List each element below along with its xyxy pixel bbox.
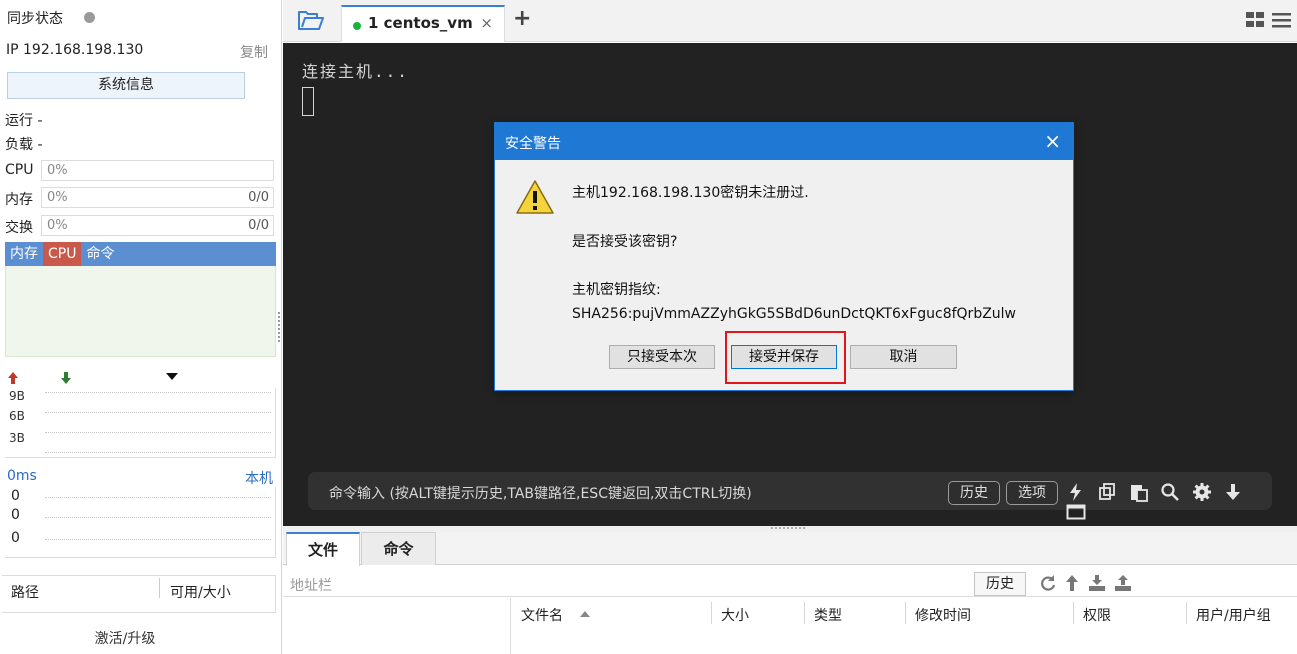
interface-dropdown-icon[interactable] bbox=[165, 372, 179, 382]
close-tab-icon[interactable]: × bbox=[480, 14, 493, 32]
ping-graph: 0 0 0 bbox=[5, 487, 276, 558]
activate-upgrade-link[interactable]: 激活/升级 bbox=[0, 628, 250, 648]
tab-command[interactable]: 命令 bbox=[81, 242, 119, 266]
size-column[interactable]: 可用/大小 bbox=[170, 582, 231, 602]
tab-commands[interactable]: 命令 bbox=[361, 532, 436, 565]
column-modified-time[interactable]: 修改时间 bbox=[915, 605, 971, 625]
terminal-output: 连接主机... bbox=[302, 62, 409, 81]
dialog-fingerprint-label: 主机密钥指纹: bbox=[572, 282, 661, 298]
gear-icon[interactable] bbox=[1192, 482, 1216, 502]
refresh-icon[interactable] bbox=[1039, 574, 1057, 592]
tab-memory[interactable]: 内存 bbox=[5, 242, 43, 266]
warning-icon bbox=[516, 180, 554, 214]
scroll-down-icon[interactable] bbox=[1223, 482, 1247, 502]
maximize-icon[interactable] bbox=[1066, 502, 1090, 522]
dialog-message-host: 主机192.168.198.130密钥未注册过. bbox=[572, 185, 809, 201]
net-scale-9b: 9B bbox=[9, 389, 25, 403]
file-panel-tabs: 文件 命令 bbox=[283, 532, 1297, 566]
address-history-button[interactable]: 历史 bbox=[974, 572, 1026, 596]
net-scale-3b: 3B bbox=[9, 431, 25, 445]
network-graph: 9B 6B 3B bbox=[5, 388, 276, 458]
connection-status-dot bbox=[353, 22, 361, 30]
session-tab-centos-vm[interactable]: 1 centos_vm × bbox=[341, 5, 505, 42]
dialog-titlebar: 安全警告 × bbox=[495, 123, 1073, 160]
column-filename[interactable]: 文件名 bbox=[521, 605, 563, 625]
ping-target[interactable]: 本机 bbox=[245, 468, 273, 488]
panel-resize-handle[interactable] bbox=[278, 312, 281, 342]
highlight-box bbox=[725, 331, 846, 384]
system-info-button[interactable]: 系统信息 bbox=[7, 72, 245, 99]
column-permissions[interactable]: 权限 bbox=[1083, 605, 1111, 625]
address-input[interactable]: 地址栏 bbox=[290, 575, 332, 595]
column-user-group[interactable]: 用户/用户组 bbox=[1196, 605, 1271, 625]
session-tab-label: 1 centos_vm bbox=[368, 14, 473, 32]
download-arrow-icon bbox=[61, 372, 71, 384]
net-scale-6b: 6B bbox=[9, 409, 25, 423]
accept-once-button[interactable]: 只接受本次 bbox=[609, 345, 715, 369]
download-icon[interactable] bbox=[1088, 574, 1106, 592]
cpu-meter: 0% bbox=[41, 160, 274, 181]
security-warning-dialog: 安全警告 × 主机192.168.198.130密钥未注册过. 是否接受该密钥?… bbox=[494, 122, 1074, 391]
command-input-bar[interactable]: 命令输入 (按ALT键提示历史,TAB键路径,ESC键返回,双击CTRL切换) … bbox=[308, 472, 1272, 520]
swap-usage: 0/0 bbox=[248, 218, 269, 233]
tab-cpu[interactable]: CPU bbox=[43, 242, 82, 266]
memory-usage: 0/0 bbox=[248, 190, 269, 205]
memory-value: 0% bbox=[47, 190, 68, 205]
cancel-button[interactable]: 取消 bbox=[850, 345, 957, 369]
monitor-tabs: 内存 CPU 命令 bbox=[5, 242, 276, 266]
swap-meter: 0% 0/0 bbox=[41, 215, 274, 236]
disk-table-header: 路径 可用/大小 bbox=[2, 575, 276, 613]
ping-latency: 0ms bbox=[7, 468, 37, 484]
dialog-title: 安全警告 bbox=[505, 136, 561, 152]
terminal-cursor bbox=[302, 87, 314, 116]
copy-ip-button[interactable]: 复制 bbox=[240, 42, 268, 62]
cpu-value: 0% bbox=[47, 163, 68, 178]
folder-tree[interactable] bbox=[283, 598, 511, 654]
monitor-graph bbox=[5, 266, 276, 357]
lightning-icon[interactable] bbox=[1066, 482, 1090, 502]
options-button[interactable]: 选项 bbox=[1006, 481, 1058, 505]
layout-grid-icon[interactable] bbox=[1246, 12, 1266, 28]
sort-ascending-icon bbox=[580, 611, 590, 617]
ping-value: 0 bbox=[11, 530, 20, 546]
left-panel: 同步状态 IP 192.168.198.130 复制 系统信息 运行 - 负载 … bbox=[0, 0, 282, 654]
ip-address: IP 192.168.198.130 bbox=[6, 42, 144, 58]
swap-label: 交换 bbox=[5, 220, 33, 236]
memory-label: 内存 bbox=[5, 192, 33, 208]
parent-folder-icon[interactable] bbox=[1065, 574, 1079, 592]
dialog-fingerprint-value: SHA256:pujVmmAZZyhGkG5SBdD6unDctQKT6xFgu… bbox=[572, 306, 1017, 322]
paste-icon[interactable] bbox=[1129, 482, 1153, 502]
ping-value: 0 bbox=[11, 488, 20, 504]
ping-value: 0 bbox=[11, 507, 20, 523]
upload-icon[interactable] bbox=[1114, 574, 1132, 592]
upload-arrow-icon bbox=[8, 372, 18, 384]
file-panel: 文件 命令 地址栏 历史 文件名 大小 类型 修改时间 权限 用户/用户组 bbox=[283, 532, 1297, 654]
cpu-label: CPU bbox=[5, 162, 34, 178]
command-input[interactable]: 命令输入 (按ALT键提示历史,TAB键路径,ESC键返回,双击CTRL切换) bbox=[329, 483, 752, 503]
address-bar: 地址栏 历史 bbox=[283, 572, 1297, 597]
dialog-message-question: 是否接受该密钥? bbox=[572, 234, 678, 250]
path-column[interactable]: 路径 bbox=[11, 582, 39, 602]
sync-status-indicator bbox=[84, 12, 95, 23]
menu-icon[interactable] bbox=[1272, 12, 1292, 28]
tab-files[interactable]: 文件 bbox=[286, 532, 360, 566]
history-button[interactable]: 历史 bbox=[948, 481, 1000, 505]
new-tab-button[interactable]: + bbox=[513, 6, 531, 31]
copy-icon[interactable] bbox=[1097, 482, 1121, 502]
column-type[interactable]: 类型 bbox=[814, 605, 842, 625]
search-icon[interactable] bbox=[1160, 482, 1184, 502]
close-icon[interactable]: × bbox=[1044, 129, 1061, 153]
load-label: 负载 - bbox=[5, 137, 43, 153]
session-tab-bar: 1 centos_vm × + bbox=[283, 0, 1297, 42]
swap-value: 0% bbox=[47, 218, 68, 233]
sync-status-label: 同步状态 bbox=[7, 11, 63, 27]
running-label: 运行 - bbox=[5, 113, 43, 129]
open-folder-icon[interactable] bbox=[297, 10, 325, 32]
memory-meter: 0% 0/0 bbox=[41, 187, 274, 208]
column-size[interactable]: 大小 bbox=[721, 605, 749, 625]
